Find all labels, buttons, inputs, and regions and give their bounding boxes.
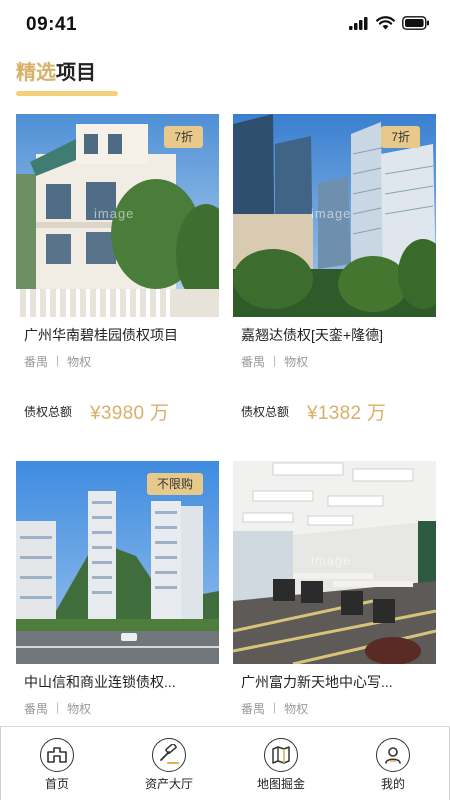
card-category: 物权 [284, 355, 309, 369]
tab-label: 首页 [44, 777, 69, 791]
card-title: 广州富力新天地中心写... [241, 674, 393, 690]
section-title: 精选项目 [16, 56, 96, 85]
tab-label: 我的 [380, 777, 405, 791]
towers-photo: image 7折 [233, 114, 436, 317]
project-card[interactable]: image 7折 嘉翘达债权[天銮+隆德] 番禺 | 物权 债权总额 ¥1382… [233, 114, 436, 424]
card-title: 嘉翘达债权[天銮+隆德] [241, 327, 383, 343]
card-district: 番禺 [24, 702, 49, 716]
discount-tag: 7折 [381, 126, 420, 148]
villa-photo: image 7折 [16, 114, 219, 317]
tab-label: 地图掘金 [256, 777, 305, 791]
card-price-row: 债权总额 ¥3980 万 [24, 398, 169, 425]
card-title: 中山信和商业连锁债权... [24, 674, 176, 690]
card-category: 物权 [67, 702, 92, 716]
card-category: 物权 [284, 702, 309, 716]
card-district: 番禺 [24, 355, 49, 369]
meta-separator: | [56, 700, 60, 714]
project-card[interactable]: image 7折 广州华南碧桂园债权项目 番禺 | 物权 债权总额 ¥3980 … [16, 114, 219, 424]
user-icon [376, 738, 410, 772]
purchase-limit-tag: 不限购 [146, 473, 203, 495]
card-title: 广州华南碧桂园债权项目 [24, 327, 178, 343]
card-meta: 番禺 | 物权 [24, 353, 91, 370]
section-title-accent: 精选 [16, 62, 56, 84]
card-category: 物权 [67, 355, 92, 369]
price-value: ¥3980 万 [90, 403, 170, 424]
signal-icon [349, 16, 369, 35]
meta-separator: | [56, 353, 60, 367]
tab-label: 资产大厅 [144, 777, 193, 791]
status-bar: 09:41 [0, 0, 450, 50]
wifi-icon [376, 16, 395, 35]
bottom-tab-bar: 首页 资产大厅 地图掘金 我的 [0, 726, 450, 800]
home-icon [40, 738, 74, 772]
residential-towers-photo: 不限购 [16, 461, 219, 664]
card-district: 番禺 [241, 355, 266, 369]
office-interior-photo: image [233, 461, 436, 664]
battery-icon [402, 16, 430, 35]
card-district: 番禺 [241, 702, 266, 716]
auction-hammer-icon [152, 738, 186, 772]
image-watermark: image [311, 553, 352, 568]
price-label: 债权总额 [24, 405, 73, 419]
tab-home[interactable]: 首页 [1, 727, 113, 800]
tab-profile[interactable]: 我的 [337, 727, 449, 800]
status-icons [349, 16, 430, 35]
tab-map[interactable]: 地图掘金 [225, 727, 337, 800]
section-title-rest: 项目 [56, 62, 96, 84]
map-icon [264, 738, 298, 772]
tab-asset-hall[interactable]: 资产大厅 [113, 727, 225, 800]
section-title-underline [16, 91, 118, 96]
meta-separator: | [273, 700, 277, 714]
image-watermark: image [311, 206, 352, 221]
project-card[interactable]: image 广州富力新天地中心写... 番禺 | 物权 [233, 461, 436, 716]
image-watermark: image [94, 206, 135, 221]
card-meta: 番禺 | 物权 [241, 700, 308, 717]
price-label: 债权总额 [241, 405, 290, 419]
discount-tag: 7折 [164, 126, 203, 148]
meta-separator: | [273, 353, 277, 367]
price-value: ¥1382 万 [307, 403, 387, 424]
card-price-row: 债权总额 ¥1382 万 [241, 398, 386, 425]
project-card[interactable]: 不限购 中山信和商业连锁债权... 番禺 | 物权 [16, 461, 219, 716]
card-meta: 番禺 | 物权 [241, 353, 308, 370]
card-meta: 番禺 | 物权 [24, 700, 91, 717]
status-time: 09:41 [26, 14, 78, 35]
